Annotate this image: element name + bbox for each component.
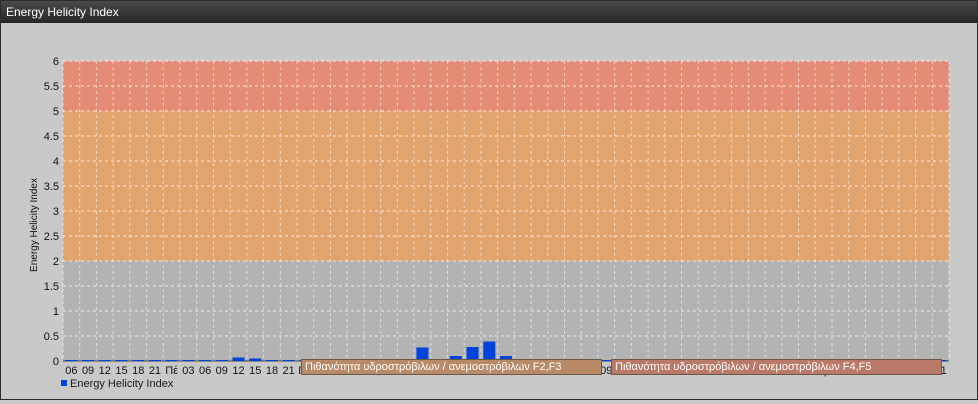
bar [215,360,228,361]
y-tick-label: 5.5 [44,81,59,93]
y-tick-label: 0.5 [44,331,59,343]
panel-title: Energy Helicity Index [1,1,977,23]
x-tick-label: Πέ [165,365,178,377]
bar [148,360,161,361]
x-tick-label: 15 [115,365,127,377]
y-tick-label: 4 [53,156,59,168]
x-tick-label: 15 [249,365,261,377]
y-tick-label: 1 [53,306,59,318]
bar [165,360,178,361]
bar [232,357,245,361]
x-tick-label: 12 [232,365,244,377]
bar [132,360,145,361]
bar [249,358,262,361]
y-tick-label: 3 [53,206,59,218]
legend-swatch [61,380,67,387]
bar [182,360,195,361]
bar [82,360,95,361]
y-tick-label: 6 [53,56,59,68]
x-tick-label: 18 [266,365,278,377]
x-tick-label: 09 [216,365,228,377]
x-tick-label: 06 [199,365,211,377]
chart-panel: Energy Helicity Index 0 0.5 1 1.5 2 2.5 3 3.5 4 4… [0,0,978,400]
bar [65,360,78,361]
legend: Energy Helicity Index [61,377,173,391]
y-tick-label: 0 [53,356,59,368]
chart-area: 0 0.5 1 1.5 2 2.5 3 3.5 4 4.5 5 5.5 6 06 09 12 15 18 21 Πέ… [1,23,977,399]
y-tick-label: 2 [53,256,59,268]
bar [199,360,212,361]
y-axis-label: Energy Helicity Index [29,178,40,272]
legend-label: Energy Helicity Index [70,378,174,390]
y-tick-labels: 0 0.5 1 1.5 2 2.5 3 3.5 4 4.5 5 5.5 6 [44,56,59,368]
x-tick-label: 21 [283,365,295,377]
x-tick-label: 09 [82,365,94,377]
x-tick-label: 06 [65,365,77,377]
x-tick-label: 12 [99,365,111,377]
y-tick-label: 3.5 [44,181,59,193]
band-label-f2-f3: Πιθανότητα υδροστρόβιλων / ανεμοστρόβιλω… [301,359,602,375]
bar [115,360,128,361]
x-tick-label: 21 [149,365,161,377]
x-tick-label: 03 [182,365,194,377]
x-tick-label: 18 [132,365,144,377]
bar [98,360,111,361]
bar [265,360,278,361]
chart-svg: 0 0.5 1 1.5 2 2.5 3 3.5 4 4.5 5 5.5 6 06 09 12 15 18 21 Πέ… [29,56,950,377]
y-tick-label: 1.5 [44,281,59,293]
band-label-f4-f5: Πιθανότητα υδροστρόβιλων / ανεμοστρόβιλω… [611,359,942,375]
y-tick-label: 2.5 [44,231,59,243]
y-tick-label: 5 [53,106,59,118]
bar [282,360,295,361]
y-tick-label: 4.5 [44,131,59,143]
